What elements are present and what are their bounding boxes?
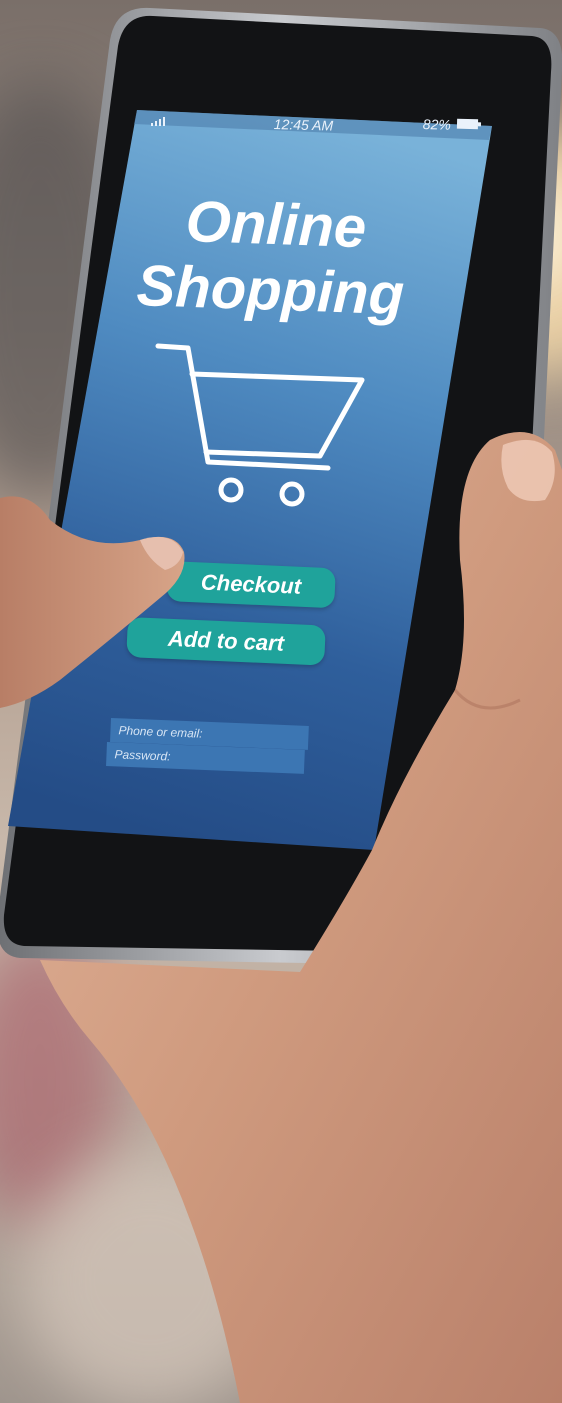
- app-title: Online: [184, 188, 368, 261]
- photo-scene: 12:45 AM 82% Online Shopping Checkout Ad…: [0, 0, 562, 1403]
- app-title: Shopping: [135, 252, 406, 328]
- signal-bars-icon: [151, 117, 165, 126]
- battery-percentage: 82%: [422, 116, 452, 133]
- background-blur: [20, 1150, 280, 1403]
- checkout-button[interactable]: Checkout: [166, 561, 336, 609]
- battery-icon: [456, 118, 482, 130]
- shopping-cart-icon: [155, 343, 365, 507]
- status-time: 12:45 AM: [273, 116, 334, 134]
- add-to-cart-button[interactable]: Add to cart: [126, 617, 326, 666]
